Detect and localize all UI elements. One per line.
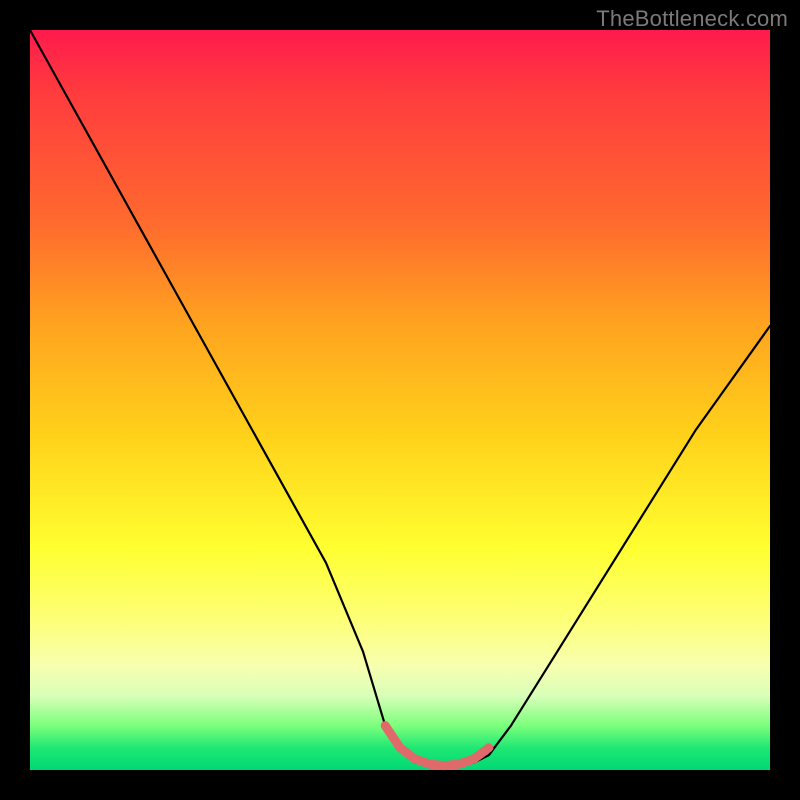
chart-frame: TheBottleneck.com <box>0 0 800 800</box>
curve-svg <box>30 30 770 770</box>
watermark-text: TheBottleneck.com <box>596 6 788 32</box>
trough-highlight-path <box>385 726 489 766</box>
plot-area <box>30 30 770 770</box>
bottleneck-curve-path <box>30 30 770 766</box>
